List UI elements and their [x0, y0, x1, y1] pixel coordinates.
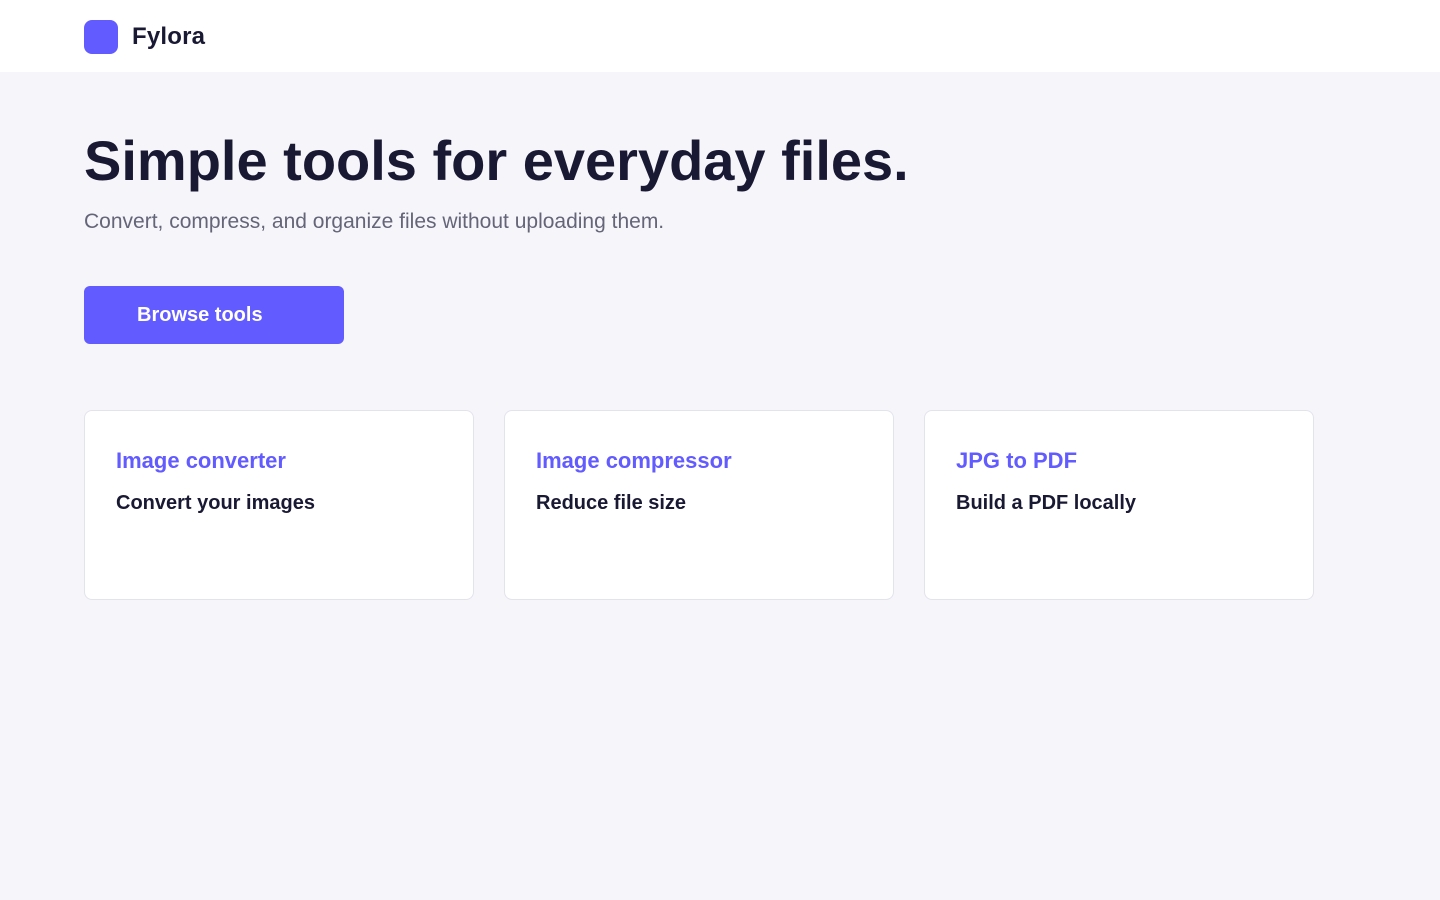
- logo-icon: [84, 20, 118, 54]
- tool-card-jpg-to-pdf[interactable]: JPG to PDF Build a PDF locally: [924, 410, 1314, 600]
- tool-card-title: Image converter: [116, 448, 286, 473]
- browse-tools-button[interactable]: Browse tools: [84, 286, 344, 344]
- tool-card-description: Build a PDF locally: [956, 492, 1137, 514]
- hero-title: Simple tools for everyday files.: [84, 129, 909, 192]
- brand-name: Fylora: [132, 23, 206, 50]
- hero-subtitle: Convert, compress, and organize files wi…: [84, 210, 665, 233]
- tool-card-image-converter[interactable]: Image converter Convert your images: [84, 410, 474, 600]
- tool-card-description: Convert your images: [116, 492, 315, 514]
- tool-card-title: Image compressor: [536, 448, 732, 473]
- top-bar: Fylora: [0, 0, 1440, 72]
- tool-card-title: JPG to PDF: [956, 448, 1078, 473]
- tool-card-description: Reduce file size: [536, 492, 687, 514]
- brand-logo-link[interactable]: Fylora: [84, 20, 205, 54]
- tool-card-image-compressor[interactable]: Image compressor Reduce file size: [504, 410, 894, 600]
